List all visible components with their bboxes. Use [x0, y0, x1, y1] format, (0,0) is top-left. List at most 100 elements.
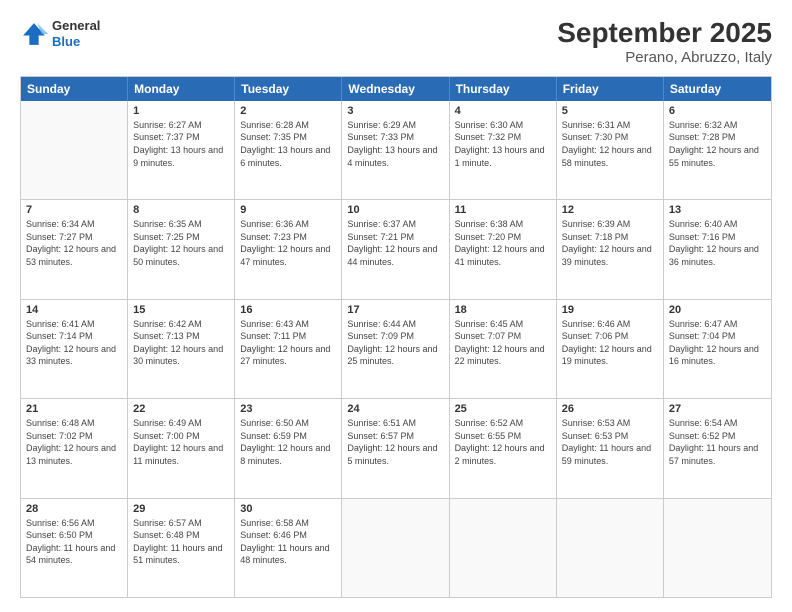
calendar: SundayMondayTuesdayWednesdayThursdayFrid… [20, 76, 772, 598]
cal-cell: 11Sunrise: 6:38 AMSunset: 7:20 PMDayligh… [450, 200, 557, 298]
header-cell-sunday: Sunday [21, 77, 128, 101]
day-number: 23 [240, 403, 336, 415]
day-info: Sunrise: 6:57 AMSunset: 6:48 PMDaylight:… [133, 517, 229, 567]
cal-cell: 15 Sunrise: 6:42 AMSunset: 7:13 PMDayligh… [128, 300, 235, 398]
day-number: 1 [133, 105, 229, 117]
week-row-1: 1 Sunrise: 6:27 AMSunset: 7:37 PMDaylight… [21, 101, 771, 200]
cal-cell: 1 Sunrise: 6:27 AMSunset: 7:37 PMDaylight… [128, 101, 235, 199]
day-number: 27 [669, 403, 766, 415]
cal-cell: 2 Sunrise: 6:28 AMSunset: 7:35 PMDaylight… [235, 101, 342, 199]
page: General Blue September 2025 Perano, Abru… [0, 0, 792, 612]
cal-cell: 23 Sunrise: 6:50 AMSunset: 6:59 PMDayligh… [235, 399, 342, 497]
day-info: Sunrise: 6:38 AMSunset: 7:20 PMDaylight:… [455, 218, 551, 268]
cal-cell: 9 Sunrise: 6:36 AMSunset: 7:23 PMDaylight… [235, 200, 342, 298]
day-number: 15 [133, 304, 229, 316]
day-number: 14 [26, 304, 122, 316]
day-info: Sunrise: 6:37 AMSunset: 7:21 PMDaylight:… [347, 218, 443, 268]
cal-cell: 29 Sunrise: 6:57 AMSunset: 6:48 PMDayligh… [128, 499, 235, 597]
day-number: 26 [562, 403, 658, 415]
day-number: 9 [240, 204, 336, 216]
day-info: Sunrise: 6:49 AMSunset: 7:00 PMDaylight:… [133, 417, 229, 467]
day-number: 7 [26, 204, 122, 216]
day-number: 16 [240, 304, 336, 316]
page-title: September 2025 [557, 18, 772, 49]
day-info: Sunrise: 6:43 AMSunset: 7:11 PMDaylight:… [240, 318, 336, 368]
day-info: Sunrise: 6:53 AMSunset: 6:53 PMDaylight:… [562, 417, 658, 467]
day-number: 13 [669, 204, 766, 216]
header-cell-thursday: Thursday [450, 77, 557, 101]
cal-cell: 17Sunrise: 6:44 AMSunset: 7:09 PMDayligh… [342, 300, 449, 398]
cal-cell: 10 Sunrise: 6:37 AMSunset: 7:21 PMDayligh… [342, 200, 449, 298]
cal-cell: 21 Sunrise: 6:48 AMSunset: 7:02 PMDayligh… [21, 399, 128, 497]
day-number: 8 [133, 204, 229, 216]
cal-cell [664, 499, 771, 597]
day-number: 6 [669, 105, 766, 117]
cal-cell [557, 499, 664, 597]
day-info: Sunrise: 6:51 AMSunset: 6:57 PMDaylight:… [347, 417, 443, 467]
cal-cell: 30Sunrise: 6:58 AMSunset: 6:46 PMDayligh… [235, 499, 342, 597]
day-info: Sunrise: 6:44 AMSunset: 7:09 PMDaylight:… [347, 318, 443, 368]
day-info: Sunrise: 6:42 AMSunset: 7:13 PMDaylight:… [133, 318, 229, 368]
day-info: Sunrise: 6:31 AMSunset: 7:30 PMDaylight:… [562, 119, 658, 169]
day-number: 28 [26, 503, 122, 515]
logo-text: General Blue [52, 18, 100, 49]
day-info: Sunrise: 6:54 AMSunset: 6:52 PMDaylight:… [669, 417, 766, 467]
day-number: 10 [347, 204, 443, 216]
cal-cell: 13Sunrise: 6:40 AMSunset: 7:16 PMDayligh… [664, 200, 771, 298]
day-info: Sunrise: 6:34 AMSunset: 7:27 PMDaylight:… [26, 218, 122, 268]
day-number: 24 [347, 403, 443, 415]
day-info: Sunrise: 6:30 AMSunset: 7:32 PMDaylight:… [455, 119, 551, 169]
cal-cell: 12 Sunrise: 6:39 AMSunset: 7:18 PMDayligh… [557, 200, 664, 298]
header-cell-monday: Monday [128, 77, 235, 101]
day-info: Sunrise: 6:58 AMSunset: 6:46 PMDaylight:… [240, 517, 336, 567]
day-info: Sunrise: 6:32 AMSunset: 7:28 PMDaylight:… [669, 119, 766, 169]
cal-cell: 24 Sunrise: 6:51 AMSunset: 6:57 PMDayligh… [342, 399, 449, 497]
week-row-2: 7 Sunrise: 6:34 AMSunset: 7:27 PMDaylight… [21, 200, 771, 299]
cal-cell: 7 Sunrise: 6:34 AMSunset: 7:27 PMDaylight… [21, 200, 128, 298]
logo-blue: Blue [52, 34, 100, 50]
day-info: Sunrise: 6:28 AMSunset: 7:35 PMDaylight:… [240, 119, 336, 169]
title-block: September 2025 Perano, Abruzzo, Italy [557, 18, 772, 66]
logo-icon [20, 20, 48, 48]
cal-cell: 27 Sunrise: 6:54 AMSunset: 6:52 PMDayligh… [664, 399, 771, 497]
day-number: 25 [455, 403, 551, 415]
header-cell-friday: Friday [557, 77, 664, 101]
cal-cell: 4Sunrise: 6:30 AMSunset: 7:32 PMDaylight… [450, 101, 557, 199]
day-number: 3 [347, 105, 443, 117]
day-info: Sunrise: 6:39 AMSunset: 7:18 PMDaylight:… [562, 218, 658, 268]
cal-cell: 28 Sunrise: 6:56 AMSunset: 6:50 PMDayligh… [21, 499, 128, 597]
header-cell-wednesday: Wednesday [342, 77, 449, 101]
day-number: 18 [455, 304, 551, 316]
cal-cell: 3Sunrise: 6:29 AMSunset: 7:33 PMDaylight… [342, 101, 449, 199]
day-info: Sunrise: 6:48 AMSunset: 7:02 PMDaylight:… [26, 417, 122, 467]
day-number: 2 [240, 105, 336, 117]
day-number: 21 [26, 403, 122, 415]
day-number: 19 [562, 304, 658, 316]
day-number: 29 [133, 503, 229, 515]
day-info: Sunrise: 6:36 AMSunset: 7:23 PMDaylight:… [240, 218, 336, 268]
cal-cell: 14Sunrise: 6:41 AMSunset: 7:14 PMDayligh… [21, 300, 128, 398]
calendar-body: 1 Sunrise: 6:27 AMSunset: 7:37 PMDaylight… [21, 101, 771, 597]
day-number: 12 [562, 204, 658, 216]
day-number: 22 [133, 403, 229, 415]
header-cell-tuesday: Tuesday [235, 77, 342, 101]
day-info: Sunrise: 6:52 AMSunset: 6:55 PMDaylight:… [455, 417, 551, 467]
cal-cell: 8Sunrise: 6:35 AMSunset: 7:25 PMDaylight… [128, 200, 235, 298]
cal-cell: 6 Sunrise: 6:32 AMSunset: 7:28 PMDaylight… [664, 101, 771, 199]
cal-cell [21, 101, 128, 199]
day-info: Sunrise: 6:45 AMSunset: 7:07 PMDaylight:… [455, 318, 551, 368]
logo-general: General [52, 18, 100, 34]
cal-cell: 25 Sunrise: 6:52 AMSunset: 6:55 PMDayligh… [450, 399, 557, 497]
cal-cell: 19Sunrise: 6:46 AMSunset: 7:06 PMDayligh… [557, 300, 664, 398]
cal-cell: 16 Sunrise: 6:43 AMSunset: 7:11 PMDayligh… [235, 300, 342, 398]
cal-cell [450, 499, 557, 597]
day-info: Sunrise: 6:50 AMSunset: 6:59 PMDaylight:… [240, 417, 336, 467]
day-info: Sunrise: 6:47 AMSunset: 7:04 PMDaylight:… [669, 318, 766, 368]
day-info: Sunrise: 6:56 AMSunset: 6:50 PMDaylight:… [26, 517, 122, 567]
cal-cell: 18 Sunrise: 6:45 AMSunset: 7:07 PMDayligh… [450, 300, 557, 398]
cal-cell: 5Sunrise: 6:31 AMSunset: 7:30 PMDaylight… [557, 101, 664, 199]
day-info: Sunrise: 6:27 AMSunset: 7:37 PMDaylight:… [133, 119, 229, 169]
day-number: 20 [669, 304, 766, 316]
header: General Blue September 2025 Perano, Abru… [20, 18, 772, 66]
page-subtitle: Perano, Abruzzo, Italy [557, 49, 772, 66]
